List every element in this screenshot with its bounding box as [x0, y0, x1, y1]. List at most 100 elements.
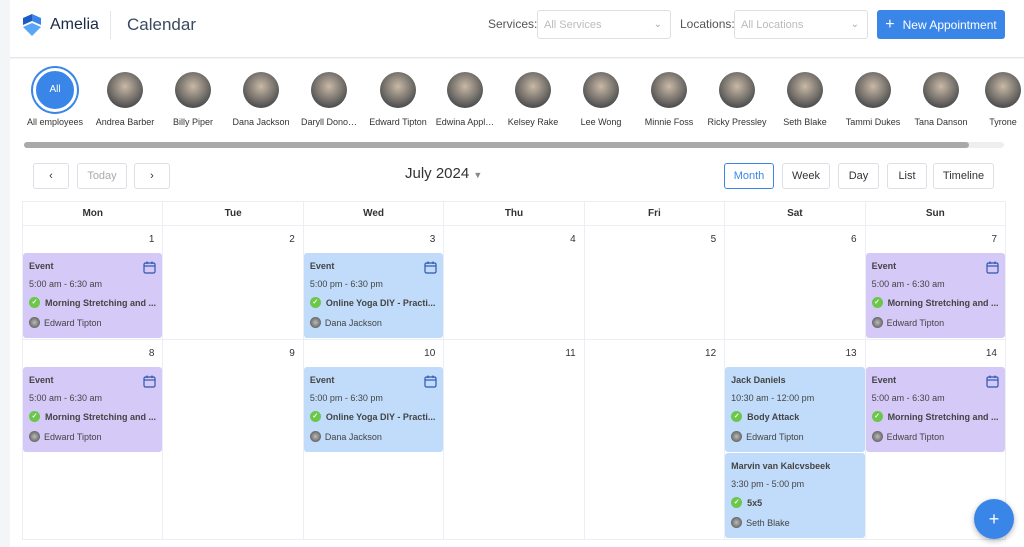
- month-picker[interactable]: July 2024 ▼: [405, 165, 482, 182]
- services-label: Services:: [488, 17, 538, 31]
- employee-name: Billy Piper: [172, 117, 213, 127]
- day-cell[interactable]: 13 Jack Daniels 10:30 am - 12:00 pm ✓ Bod…: [725, 340, 866, 540]
- scrollbar-thumb[interactable]: [24, 142, 969, 148]
- employee-avatar: [731, 517, 743, 528]
- locations-placeholder: All Locations: [741, 19, 804, 31]
- employee-9[interactable]: Minnie Foss: [634, 72, 704, 127]
- event-time: 5:00 am - 6:30 am: [29, 393, 103, 403]
- event-card[interactable]: Marvin van Kalcvsbeek 3:30 pm - 5:00 pm …: [725, 453, 865, 538]
- avatar: [923, 72, 959, 108]
- today-button[interactable]: Today: [77, 163, 127, 189]
- event-time: 5:00 am - 6:30 am: [871, 279, 945, 289]
- employee-6[interactable]: Edwina Appl…: [430, 72, 500, 127]
- event-card[interactable]: Event 5:00 pm - 6:30 pm ✓ Online Yoga DIY…: [303, 253, 444, 338]
- employee-avatar: [309, 431, 321, 442]
- add-fab-button[interactable]: +: [974, 499, 1014, 539]
- approved-check-icon: ✓: [731, 411, 743, 422]
- employee-3[interactable]: Dana Jackson: [226, 72, 296, 127]
- event-card[interactable]: Event 5:00 am - 6:30 am ✓ Morning Stretch…: [23, 367, 163, 452]
- event-title: Event: [309, 375, 335, 385]
- employee-14[interactable]: Tyrone: [968, 72, 1024, 127]
- day-cell[interactable]: 8 Event 5:00 am - 6:30 am ✓ Morning Stret…: [23, 340, 164, 540]
- day-cell[interactable]: 7 Event 5:00 am - 6:30 am ✓ Morning Stret…: [865, 226, 1006, 340]
- event-time: 5:00 am - 6:30 am: [29, 279, 103, 289]
- employee-name: Daryll Dono…: [300, 117, 358, 127]
- employee-name: Edwina Appl…: [435, 117, 495, 127]
- day-cell[interactable]: 12: [584, 340, 726, 540]
- employee-4[interactable]: Daryll Dono…: [294, 72, 364, 127]
- calendar-icon: [424, 375, 437, 388]
- approved-check-icon: ✓: [309, 411, 321, 422]
- day-cell[interactable]: 11: [444, 340, 585, 540]
- services-select[interactable]: All Services ⌄: [537, 10, 671, 39]
- employee-avatar: [731, 431, 743, 442]
- view-week[interactable]: Week: [782, 163, 830, 189]
- divider: [110, 11, 111, 39]
- day-cell[interactable]: 3 Event 5:00 pm - 6:30 pm ✓ Online Yoga D…: [303, 226, 445, 340]
- event-card[interactable]: Event 5:00 am - 6:30 am ✓ Morning Stretch…: [865, 253, 1005, 338]
- employee-1[interactable]: Andrea Barber: [90, 72, 160, 127]
- view-list[interactable]: List: [887, 163, 927, 189]
- event-card[interactable]: Event 5:00 pm - 6:30 pm ✓ Online Yoga DIY…: [303, 367, 444, 452]
- day-number: 12: [705, 348, 717, 359]
- view-month[interactable]: Month: [724, 163, 774, 189]
- day-number: 3: [429, 234, 436, 245]
- employee-12[interactable]: Tammi Dukes: [838, 72, 908, 127]
- event-time: 5:00 am - 6:30 am: [871, 393, 945, 403]
- day-cell[interactable]: 2: [163, 226, 304, 340]
- event-title: Jack Daniels: [731, 375, 786, 385]
- employee-name: Dana Jackson: [232, 117, 290, 127]
- next-button[interactable]: ›: [134, 163, 170, 189]
- employee-11[interactable]: Seth Blake: [770, 72, 840, 127]
- employee-10[interactable]: Ricky Pressley: [702, 72, 772, 127]
- employee-2[interactable]: Billy Piper: [158, 72, 228, 127]
- event-title: Event: [309, 261, 335, 271]
- day-cell[interactable]: 9: [163, 340, 304, 540]
- event-time: 10:30 am - 12:00 pm: [731, 393, 815, 403]
- day-number: 14: [985, 348, 997, 359]
- employee-name: Tyrone: [989, 117, 1017, 127]
- locations-select[interactable]: All Locations ⌄: [734, 10, 868, 39]
- event-service: Morning Stretching and ...: [45, 297, 156, 308]
- view-timeline[interactable]: Timeline: [933, 163, 994, 189]
- employee-name: Lee Wong: [580, 117, 622, 127]
- employee-7[interactable]: Kelsey Rake: [498, 72, 568, 127]
- day-number: 10: [424, 348, 436, 359]
- employee-5[interactable]: Edward Tipton: [363, 72, 433, 127]
- avatar: [985, 72, 1021, 108]
- app-name: Amelia: [50, 16, 99, 33]
- calendar-icon: [986, 261, 999, 274]
- day-number: 1: [148, 234, 155, 245]
- day-cell[interactable]: 10 Event 5:00 pm - 6:30 pm ✓ Online Yoga …: [303, 340, 445, 540]
- caret-down-icon: ▼: [473, 170, 483, 180]
- employee-0[interactable]: All All employees: [20, 68, 90, 127]
- employee-avatar: [29, 431, 40, 442]
- event-card[interactable]: Event 5:00 am - 6:30 am ✓ Morning Stretch…: [865, 367, 1005, 452]
- day-cell[interactable]: 5: [584, 226, 726, 340]
- prev-button[interactable]: ‹: [33, 163, 69, 189]
- employee-scrollbar[interactable]: [24, 142, 1004, 148]
- top-bar: Amelia Calendar Services: All Services ⌄ …: [10, 0, 1024, 58]
- event-service: 5x5: [747, 497, 763, 508]
- event-card[interactable]: Event 5:00 am - 6:30 am ✓ Morning Stretch…: [23, 253, 163, 338]
- month-grid: Mon Tue Wed Thu Fri Sat Sun 1 Event 5:00 am - 6…: [22, 201, 1006, 540]
- employee-13[interactable]: Tana Danson: [906, 72, 976, 127]
- day-cell[interactable]: 4: [444, 226, 585, 340]
- day-number: 8: [148, 348, 155, 359]
- employee-avatar: [29, 317, 40, 328]
- employee-8[interactable]: Lee Wong: [566, 72, 636, 127]
- event-title: Event: [871, 261, 897, 271]
- new-appointment-button[interactable]: + New Appointment: [877, 10, 1005, 39]
- weekday-header: Sun: [865, 201, 1006, 226]
- event-card[interactable]: Jack Daniels 10:30 am - 12:00 pm ✓ Body A…: [725, 367, 865, 452]
- day-cell[interactable]: 1 Event 5:00 am - 6:30 am ✓ Morning Stret…: [23, 226, 164, 340]
- employee-avatar: [871, 317, 883, 328]
- event-employee: Edward Tipton: [886, 317, 945, 328]
- view-day[interactable]: Day: [838, 163, 879, 189]
- avatar: [175, 72, 211, 108]
- day-number: 6: [851, 234, 857, 245]
- approved-check-icon: ✓: [871, 411, 883, 422]
- day-cell[interactable]: 6: [725, 226, 866, 340]
- employee-name: Minnie Foss: [644, 117, 694, 127]
- avatar: [787, 72, 823, 108]
